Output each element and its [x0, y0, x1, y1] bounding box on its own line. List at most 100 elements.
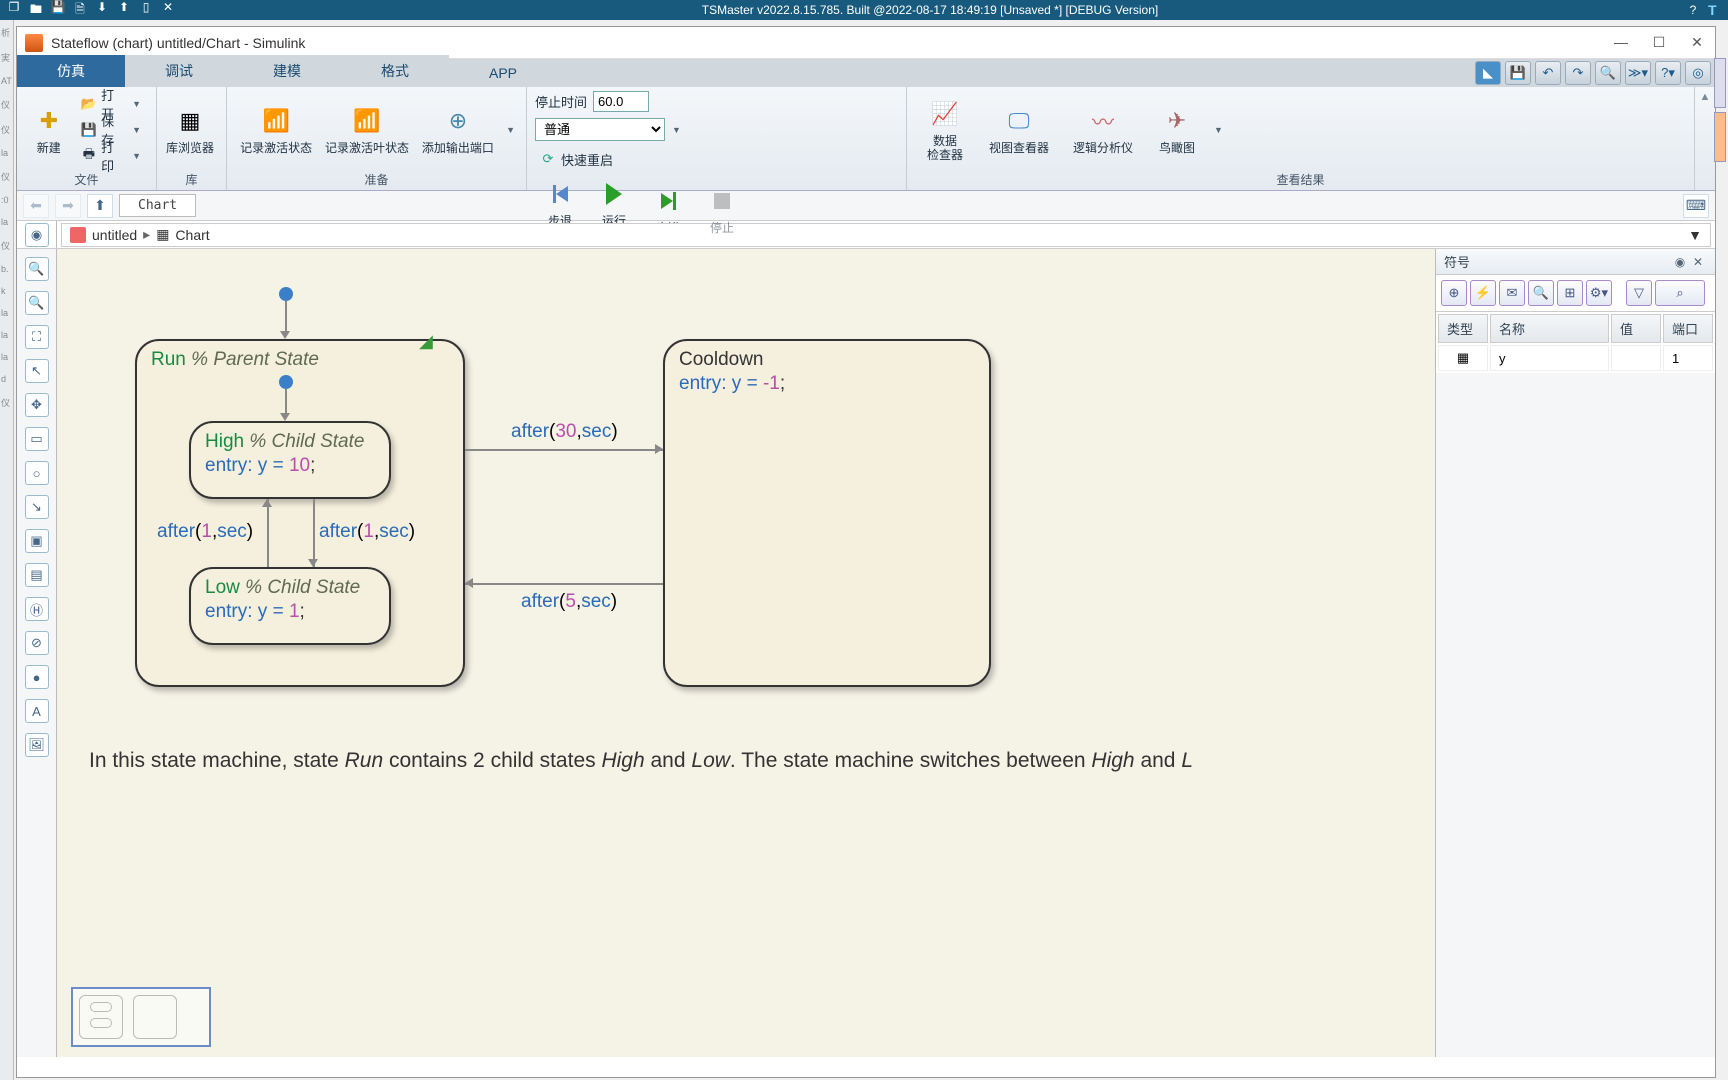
select-tool[interactable]: ↖ [25, 359, 49, 383]
col-name[interactable]: 名称 [1490, 314, 1609, 343]
bc-drop-icon[interactable]: ▼ [1688, 227, 1702, 243]
review-dropdown[interactable]: ▼ [1211, 125, 1226, 135]
tab-model[interactable]: 建模 [233, 55, 341, 87]
trans-run-cooldown[interactable] [465, 449, 663, 451]
new-button[interactable]: ✚ 新建 [25, 91, 73, 169]
logic-analyzer-button[interactable]: 〰 逻辑分析仪 [1063, 91, 1143, 169]
add-output-port-button[interactable]: ⊕ 添加输出端口 [417, 91, 499, 169]
sym-msg-button[interactable]: ✉ [1499, 280, 1525, 306]
minimize-button[interactable]: — [1611, 34, 1631, 51]
tab-debug[interactable]: 调试 [125, 55, 233, 87]
pan-tool[interactable]: ✥ [25, 393, 49, 417]
tab-app[interactable]: APP [449, 59, 557, 87]
model-icon[interactable]: ◉ [25, 223, 49, 247]
tb-new-icon[interactable]: ❐ [4, 0, 24, 21]
view-checker-button[interactable]: 🖵 视图查看器 [979, 91, 1059, 169]
collapse-ribbon-icon[interactable]: ▲ [1700, 91, 1711, 103]
nav-back-button[interactable]: ⬅ [23, 194, 49, 218]
symbols-dropdown-icon[interactable]: ◉ [1671, 255, 1689, 269]
help-ribbon-button[interactable]: ?▾ [1655, 61, 1681, 85]
nav-up-button[interactable]: ⬆ [87, 194, 113, 218]
tb-window-icon[interactable]: ▯ [136, 0, 156, 21]
bc-leaf[interactable]: Chart [175, 227, 209, 243]
zoom-in-button[interactable]: 🔍 [25, 257, 49, 281]
stop-time-input[interactable] [593, 91, 649, 112]
pin-button[interactable]: ◣ [1475, 61, 1501, 85]
tb-export-icon[interactable]: ⬆ [114, 0, 134, 21]
sym-filter-button[interactable]: ▽ [1626, 280, 1652, 306]
state-low[interactable]: Low % Child State entry: y = 1; [189, 567, 391, 645]
col-type[interactable]: 类型 [1438, 314, 1488, 343]
search-button[interactable]: 🔍 [1595, 61, 1621, 85]
symbol-row[interactable]: ▦ y 1 [1438, 345, 1713, 371]
deny-tool[interactable]: ⊘ [25, 631, 49, 655]
fit-button[interactable]: ⛶ [25, 325, 49, 349]
tab-sim[interactable]: 仿真 [17, 55, 125, 87]
sym-tree-button[interactable]: ⊞ [1557, 280, 1583, 306]
col-port[interactable]: 端口 [1663, 314, 1713, 343]
sym-add-button[interactable]: ⊕ [1441, 280, 1467, 306]
save-quick-button[interactable]: 💾 [1505, 61, 1531, 85]
sym-find-button[interactable]: 🔍 [1528, 280, 1554, 306]
history-tool[interactable]: Ⓗ [25, 597, 49, 621]
breadcrumb[interactable]: untitled ▸ ▦ Chart ▼ [61, 223, 1711, 247]
sim-mode-select[interactable]: 普通 [535, 118, 665, 141]
sym-value[interactable] [1611, 345, 1661, 371]
sym-search-field[interactable]: ⌕ [1655, 280, 1705, 306]
inner-transition-line[interactable] [285, 389, 287, 415]
canvas[interactable]: Run % Parent State ◢ High % Child State [57, 249, 1435, 1057]
undo-button[interactable]: ↶ [1535, 61, 1561, 85]
symbols-close-icon[interactable]: ✕ [1689, 255, 1707, 269]
tab-format[interactable]: 格式 [341, 55, 449, 87]
box-tool[interactable]: ▣ [25, 529, 49, 553]
data-inspector-button[interactable]: 📈 数据 检查器 [915, 91, 975, 169]
func-tool[interactable]: ▤ [25, 563, 49, 587]
right-panel-toggle-2[interactable] [1714, 112, 1726, 162]
target-button[interactable]: ◎ [1685, 61, 1711, 85]
right-panel-toggle-1[interactable] [1714, 58, 1726, 108]
sym-gear-button[interactable]: ⚙▾ [1586, 280, 1612, 306]
trans-high-low[interactable] [313, 499, 315, 567]
trans-tool[interactable]: ↘ [25, 495, 49, 519]
fast-restart-button[interactable]: ⟳快速重启 [535, 147, 617, 171]
chart-tab[interactable]: Chart [119, 194, 196, 217]
sym-port[interactable]: 1 [1663, 345, 1713, 371]
prep-dropdown[interactable]: ▼ [503, 125, 518, 135]
image-tool[interactable]: 🖼 [25, 733, 49, 757]
state-cooldown[interactable]: Cooldown entry: y = -1; [663, 339, 991, 687]
log-leaf-states-button[interactable]: 📶 记录激活叶状态 [321, 91, 412, 169]
minimap[interactable] [71, 987, 211, 1047]
library-browser-button[interactable]: ▦ 库浏览器 [165, 91, 215, 169]
sym-name[interactable]: y [1490, 345, 1609, 371]
keyboard-icon[interactable]: ⌨ [1683, 194, 1709, 218]
redo-button[interactable]: ↷ [1565, 61, 1591, 85]
stop-button[interactable]: 停止 [697, 171, 747, 249]
col-value[interactable]: 值 [1611, 314, 1661, 343]
transition-line[interactable] [285, 301, 287, 333]
record-tool[interactable]: ● [25, 665, 49, 689]
close-button[interactable]: ✕ [1687, 34, 1707, 51]
tb-save-icon[interactable]: 💾 [48, 0, 68, 21]
zoom-out-button[interactable]: 🔍 [25, 291, 49, 315]
tb-open-icon[interactable]: 🖿 [26, 0, 46, 21]
more-button[interactable]: ≫▾ [1625, 61, 1651, 85]
tb-close-icon[interactable]: ✕ [158, 0, 178, 21]
annotation-tool[interactable]: A [25, 699, 49, 723]
maximize-button[interactable]: ☐ [1649, 34, 1669, 51]
nav-fwd-button[interactable]: ➡ [55, 194, 81, 218]
birdseye-button[interactable]: ✈ 鸟瞰图 [1147, 91, 1207, 169]
trans-cooldown-run[interactable] [465, 583, 663, 585]
log-active-states-button[interactable]: 📶 记录激活状态 [235, 91, 317, 169]
bc-root[interactable]: untitled [92, 227, 137, 243]
help-icon[interactable]: ? [1678, 3, 1708, 17]
state-high[interactable]: High % Child State entry: y = 10; [189, 421, 391, 499]
default-transition-dot[interactable] [279, 287, 293, 301]
sym-event-button[interactable]: ⚡ [1470, 280, 1496, 306]
inner-default-dot[interactable] [279, 375, 293, 389]
junction-tool[interactable]: ○ [25, 461, 49, 485]
tb-saveall-icon[interactable]: 🗎 [70, 0, 90, 21]
tb-import-icon[interactable]: ⬇ [92, 0, 112, 21]
print-button[interactable]: 🖶打印▼ [77, 144, 148, 168]
state-tool[interactable]: ▭ [25, 427, 49, 451]
trans-low-high[interactable] [267, 499, 269, 567]
